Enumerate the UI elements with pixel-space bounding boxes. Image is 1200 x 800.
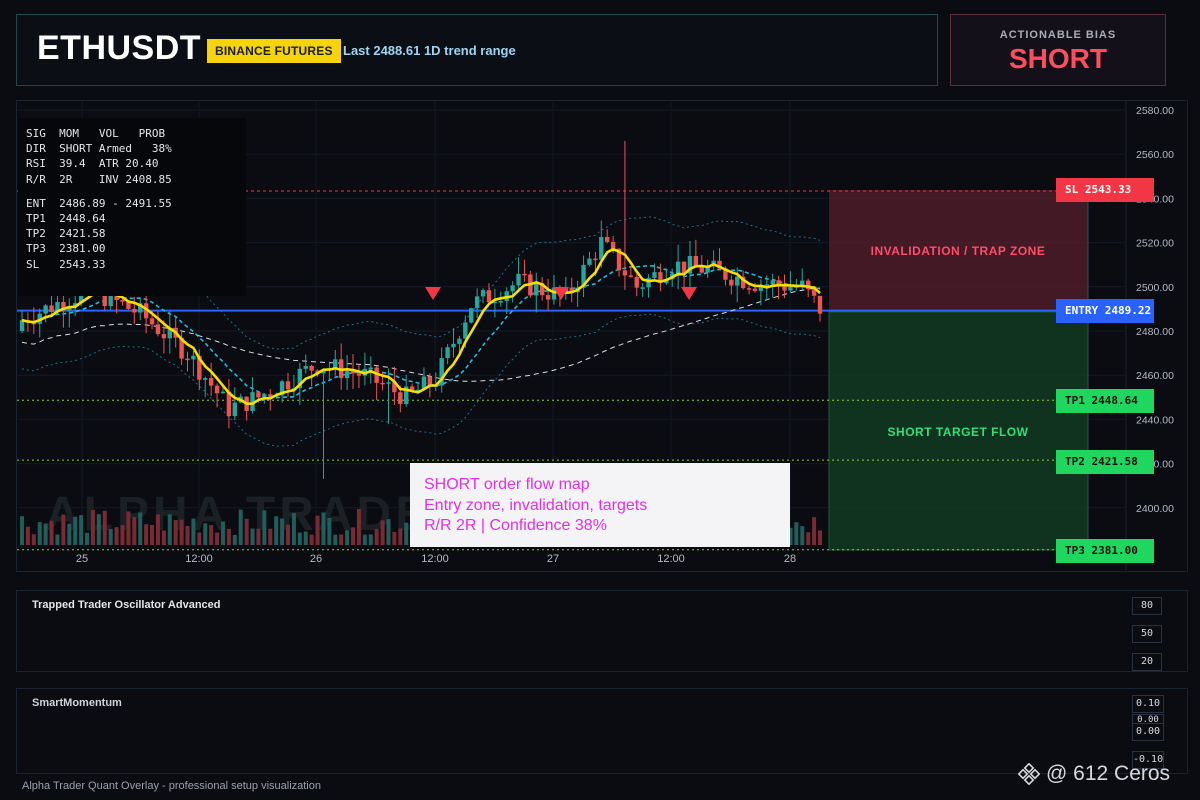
tp2-tag: TP2 2421.58 (1056, 450, 1154, 474)
stats-row: ENT 2486.89 - 2491.55 (26, 196, 172, 210)
stats-row: TP3 2381.00 (26, 242, 106, 256)
sl-tag: SL 2543.33 (1056, 178, 1154, 202)
stats-row: SIG MOM VOL PROB (26, 127, 166, 140)
oscillator-title: Trapped Trader Oscillator Advanced (32, 599, 221, 611)
brand-credit: @ 612 Ceros (1018, 762, 1170, 786)
bias-panel: ACTIONABLE BIAS SHORT (950, 14, 1166, 86)
stats-row: RSI 39.4 ATR 20.40 (26, 157, 159, 171)
stats-row: R/R 2R INV 2408.85 (26, 172, 172, 186)
stats-spacer (26, 187, 246, 196)
symbol-title: ETHUSDT (37, 29, 202, 67)
osc-scale-20: 20 (1132, 653, 1162, 671)
osc-scale-80: 80 (1132, 597, 1162, 615)
momentum-title: SmartMomentum (32, 697, 122, 709)
stats-row: DIR SHORT Armed 38% (26, 142, 172, 156)
stats-row: TP2 2421.58 (26, 227, 106, 241)
stats-box: SIG MOM VOL PROB DIR SHORT Armed 38% RSI 3… (18, 118, 246, 296)
entry-tag: ENTRY 2489.22 (1056, 299, 1154, 323)
last-price-label: Last 2488.61 1D trend range (343, 43, 516, 58)
momentum-panel[interactable] (16, 688, 1188, 774)
footer-caption: Alpha Trader Quant Overlay - professiona… (22, 780, 321, 792)
order-flow-note: SHORT order flow map Entry zone, invalid… (410, 463, 790, 547)
bias-value: SHORT (1009, 43, 1107, 74)
osc-scale-50: 50 (1132, 625, 1162, 643)
note-line-2: Entry zone, invalidation, targets (424, 496, 648, 514)
note-line-3: R/R 2R | Confidence 38% (424, 517, 607, 534)
mom-scale-zero-b: 0.00 (1132, 723, 1164, 741)
note-line-1: SHORT order flow map (424, 476, 590, 493)
header-panel: ETHUSDT BINANCE FUTURES Last 2488.61 1D … (16, 14, 938, 86)
exchange-badge: BINANCE FUTURES (207, 39, 341, 63)
bias-label: ACTIONABLE BIAS (999, 29, 1117, 41)
mom-scale-pos: 0.10 (1132, 695, 1164, 713)
stats-row: TP1 2448.64 (26, 211, 106, 225)
binance-logo-icon (1018, 763, 1040, 785)
tp1-tag: TP1 2448.64 (1056, 389, 1154, 413)
brand-text: @ 612 Ceros (1046, 762, 1171, 785)
tp3-tag: TP3 2381.00 (1056, 539, 1154, 563)
stats-row: SL 2543.33 (26, 257, 106, 271)
